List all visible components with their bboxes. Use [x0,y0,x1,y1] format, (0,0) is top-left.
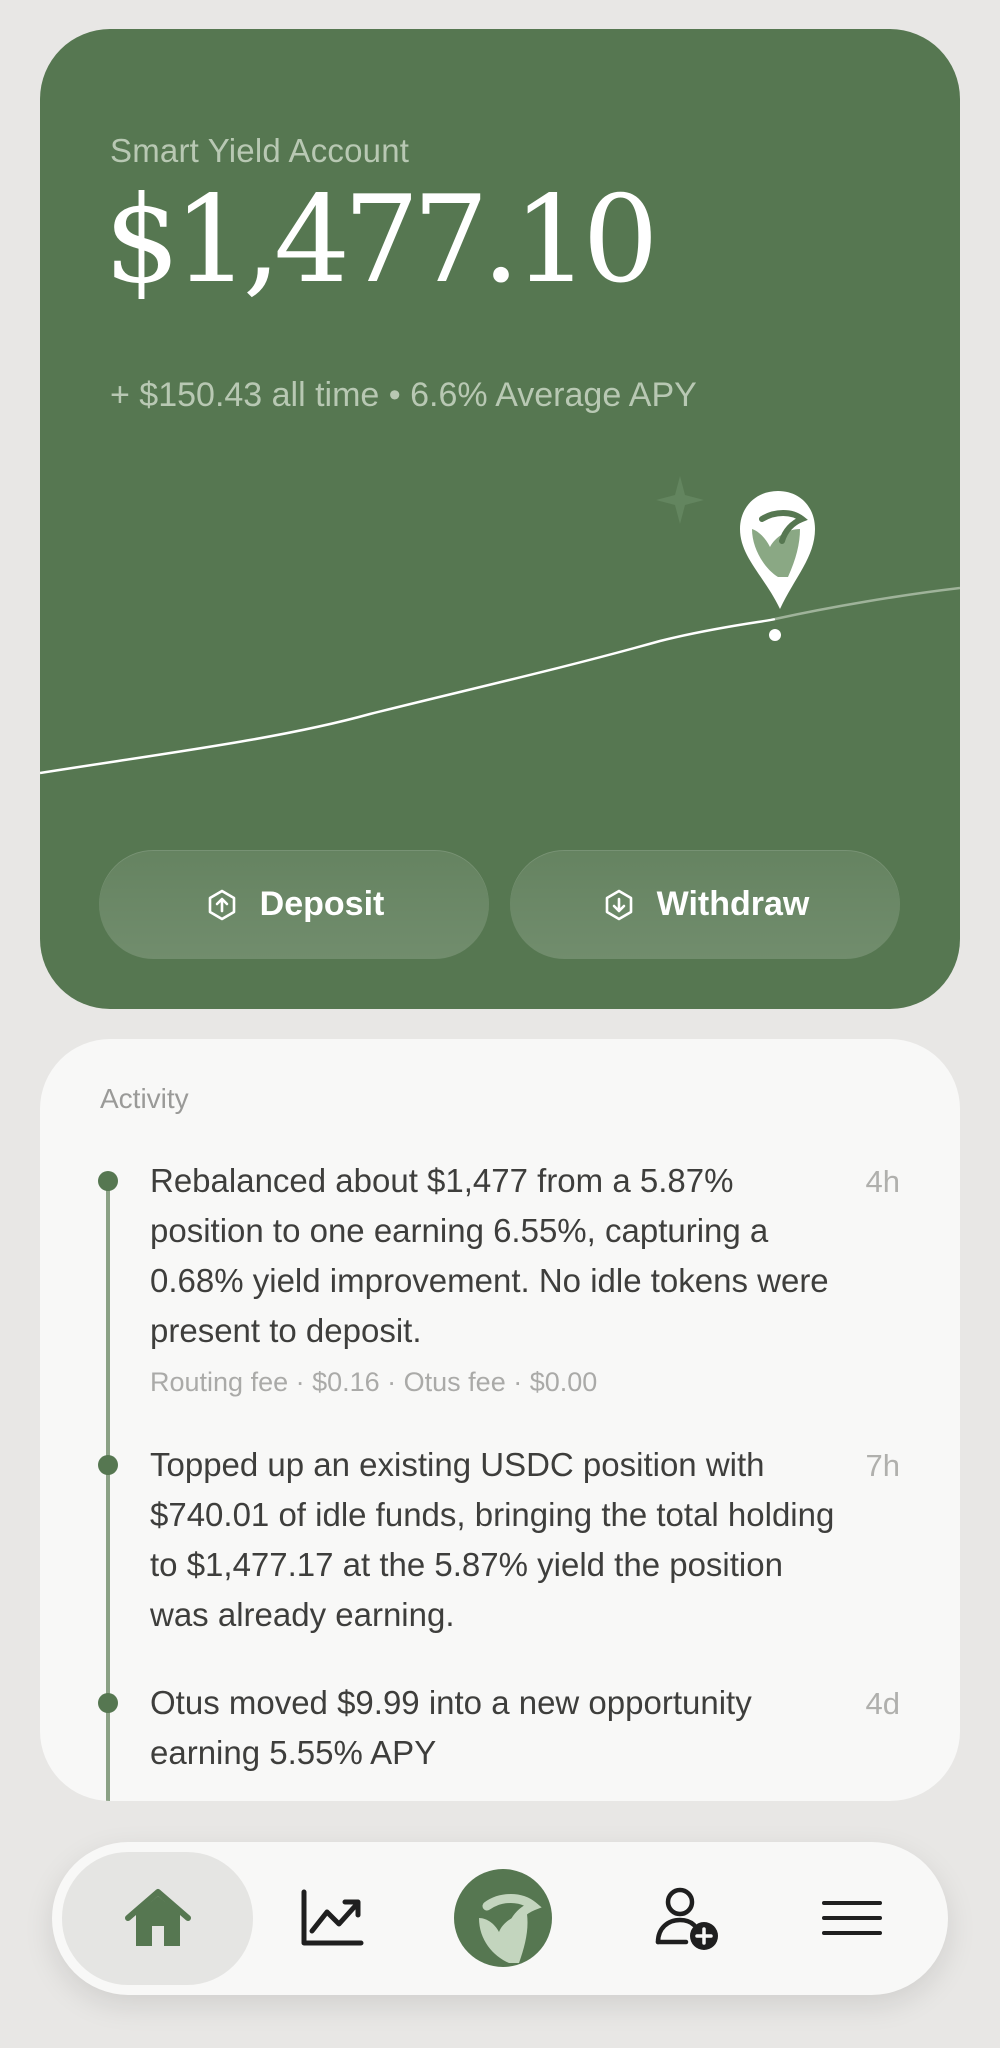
activity-title: Activity [100,1083,189,1114]
nav-home[interactable] [110,1870,206,1966]
activity-time: 7h [865,1448,900,1483]
activity-time: 4d [865,1686,900,1721]
nav-menu[interactable] [804,1870,900,1966]
balance-line [40,617,776,775]
account-card: Smart Yield Account $1,477.10 + $150.43 … [40,29,960,1009]
timeline-dot [98,1693,118,1713]
activity-text: Rebalanced about $1,477 from a 5.87% pos… [150,1162,829,1349]
bottom-nav [52,1842,948,1995]
app-screen: Smart Yield Account $1,477.10 + $150.43 … [0,0,1000,2048]
nav-performance[interactable] [284,1870,380,1966]
home-icon [125,1889,191,1946]
deposit-icon [208,889,235,920]
otus-marker-icon [740,491,815,609]
add-user-icon [655,1887,718,1950]
menu-icon [822,1901,882,1935]
nav-otus[interactable] [452,1867,554,1969]
projection-line [774,586,960,621]
activity-text: Otus moved $9.99 into a new opportunity … [150,1684,752,1771]
nav-invite[interactable] [640,1870,736,1966]
activity-time: 4h [865,1164,900,1199]
deposit-button[interactable]: Deposit [99,850,489,959]
sparkle-icon [656,476,704,524]
activity-fee: Routing fee · $0.16 · Otus fee · $0.00 [150,1367,598,1397]
timeline-dot [98,1455,118,1475]
withdraw-button[interactable]: Withdraw [510,850,900,959]
chart-trend-icon [301,1889,364,1946]
timeline-dot [98,1171,118,1191]
current-point [769,629,781,641]
activity-card: Activity Rebalanced about $1,477 from a … [40,1039,960,1801]
activity-text: Topped up an existing USDC position with… [150,1446,835,1633]
otus-logo-icon [454,1869,552,1967]
withdraw-label: Withdraw [656,885,810,923]
deposit-label: Deposit [259,885,385,923]
withdraw-icon [605,889,632,920]
